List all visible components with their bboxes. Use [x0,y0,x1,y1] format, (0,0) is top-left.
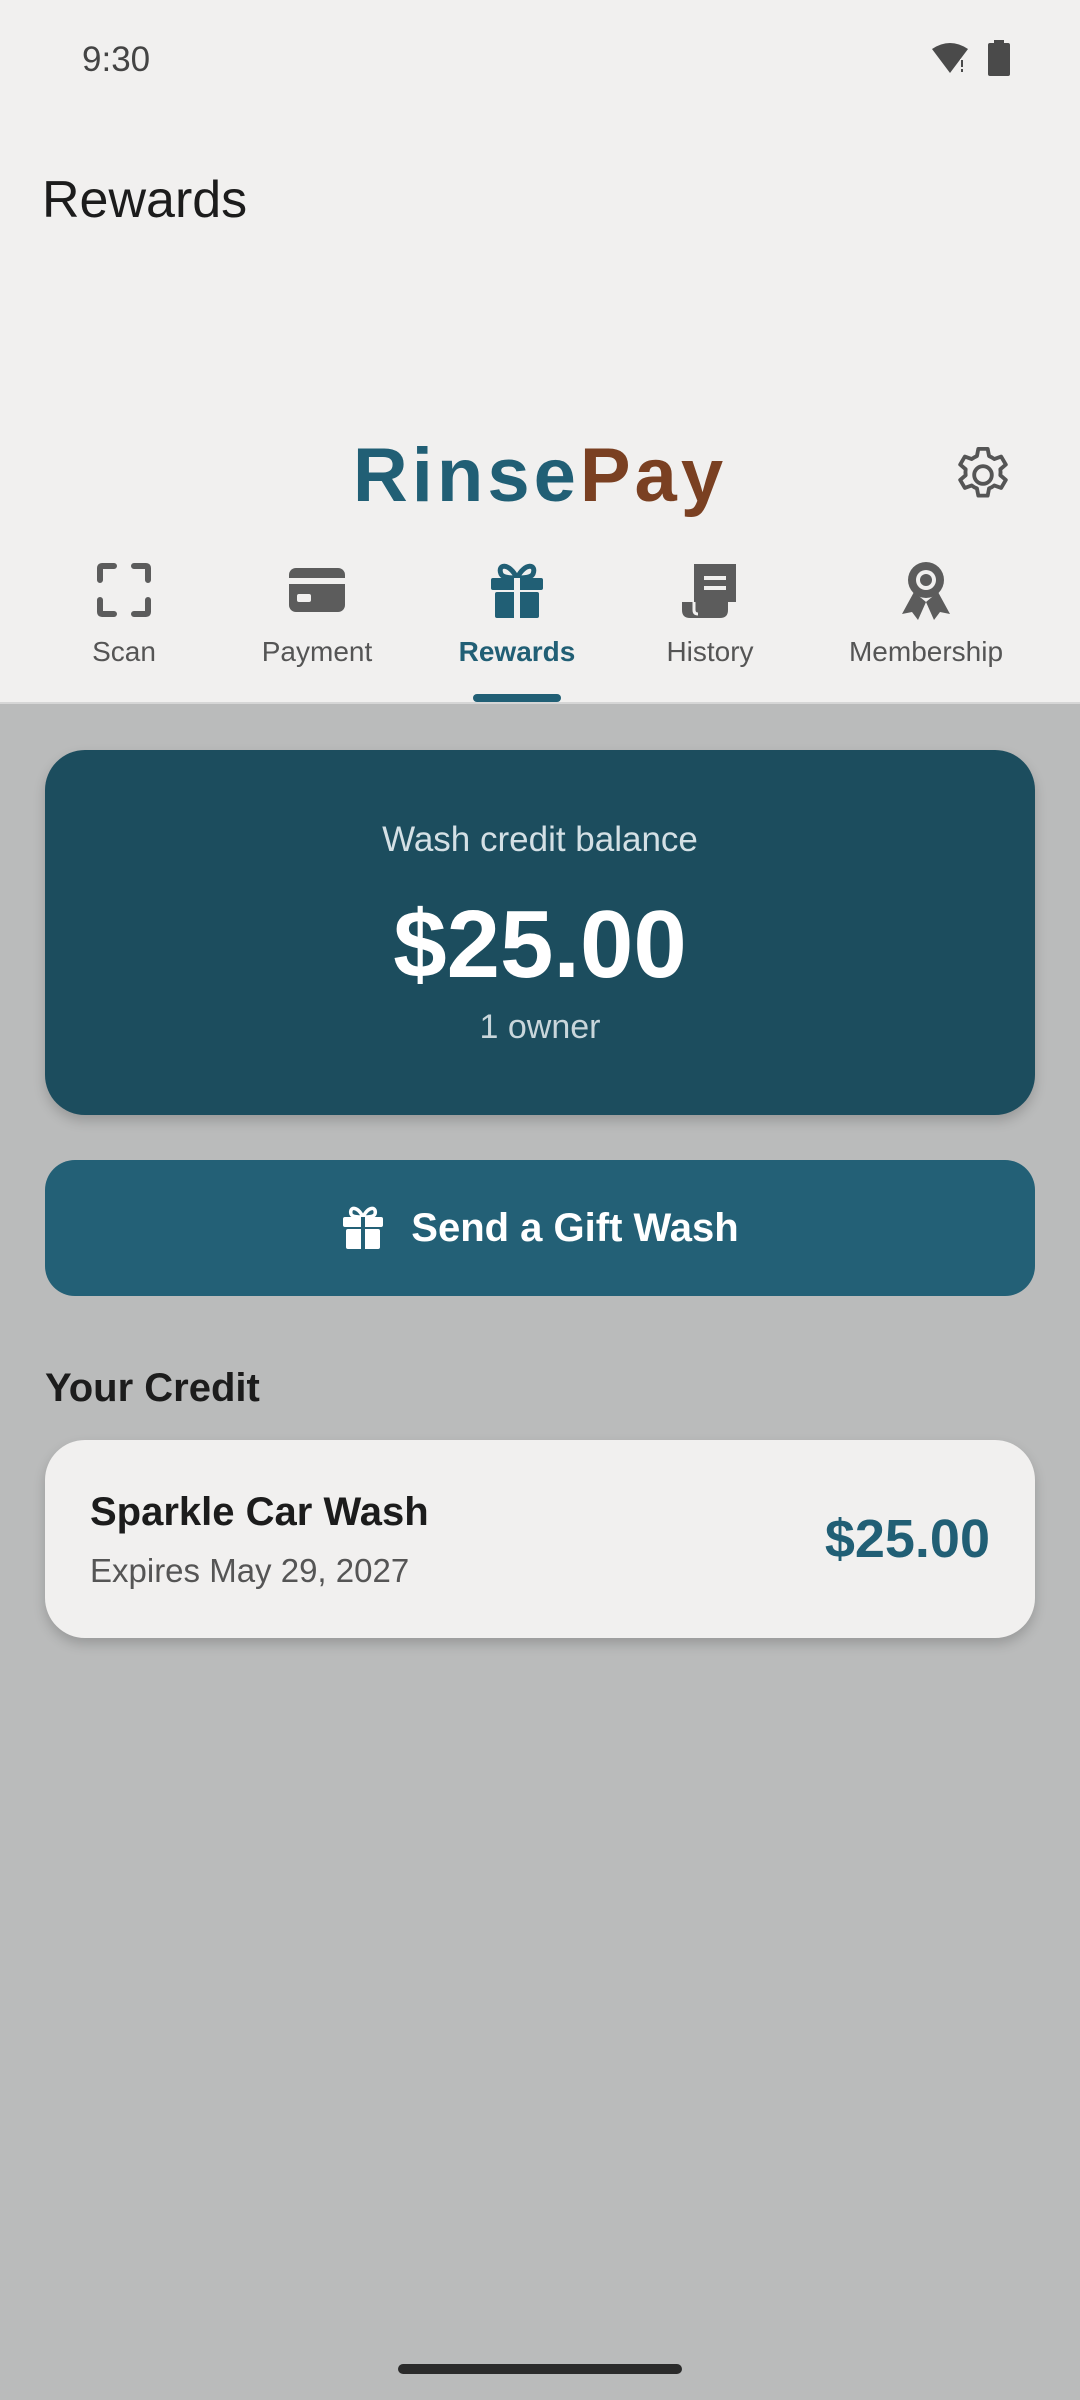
tab-rewards[interactable]: Rewards [437,552,597,702]
award-icon [902,562,950,620]
tab-payment[interactable]: Payment [237,552,397,702]
send-gift-wash-label: Send a Gift Wash [411,1205,739,1250]
balance-label: Wash credit balance [382,820,698,859]
gift-icon [343,1206,384,1249]
home-gesture-bar[interactable] [398,2364,682,2374]
status-time: 9:30 [82,40,151,79]
brand-part-1: Rinse [352,433,580,518]
scan-icon [97,563,151,617]
receipt-icon [682,564,736,618]
credit-item[interactable]: Sparkle Car Wash Expires May 29, 2027 $2… [45,1440,1035,1638]
credit-merchant-name: Sparkle Car Wash [90,1490,429,1534]
active-tab-indicator [473,694,561,702]
balance-owner-count: 1 owner [479,1008,601,1046]
wifi-alert-icon [932,43,968,73]
credit-expiration: Expires May 29, 2027 [90,1552,410,1589]
section-title: Your Credit [45,1366,260,1410]
app-header: 9:30 Rewards RinsePay Scan Payment Rewar… [0,0,1080,704]
tab-scan[interactable]: Scan [44,552,204,702]
tab-payment-label: Payment [261,636,373,667]
tab-membership-label: Membership [848,636,1004,667]
tab-membership[interactable]: Membership [836,552,1016,702]
send-gift-wash-button[interactable]: Send a Gift Wash [45,1160,1035,1296]
gift-icon [491,563,543,618]
credit-card-icon [289,568,345,612]
tab-history[interactable]: History [630,552,790,702]
settings-button[interactable] [950,442,1016,508]
balance-card: Wash credit balance $25.00 1 owner [45,750,1035,1115]
credit-amount: $25.00 [824,1509,990,1569]
gear-icon [958,446,1008,498]
tab-bar: Scan Payment Rewards History Membership [0,552,1080,704]
tab-history-label: History [666,636,754,667]
battery-icon [988,40,1010,76]
balance-amount: $25.00 [393,891,687,998]
tab-scan-label: Scan [92,636,156,667]
brand-part-2: Pay [579,433,728,518]
status-icons [930,40,1010,76]
brand-logo: RinsePay [0,432,1080,519]
tab-rewards-label: Rewards [458,636,576,667]
page-title: Rewards [42,171,248,229]
